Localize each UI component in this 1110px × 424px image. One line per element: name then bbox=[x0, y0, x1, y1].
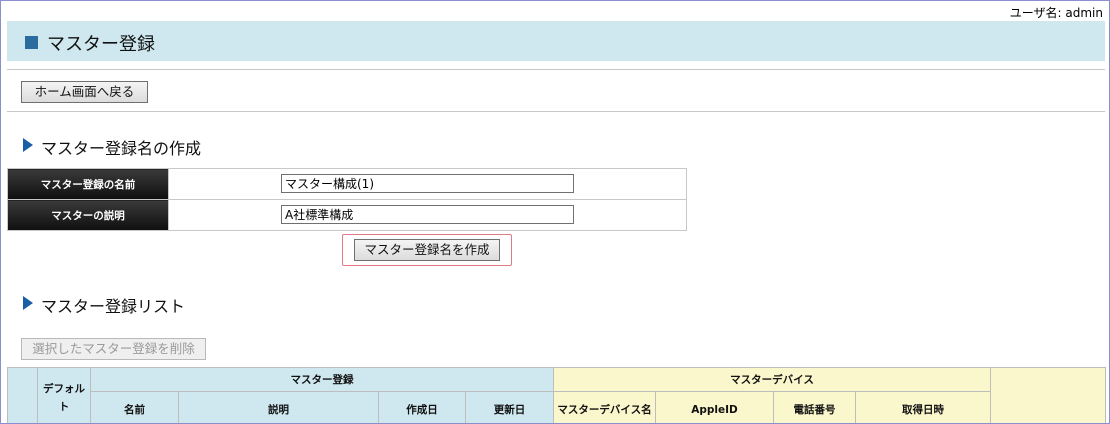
home-button[interactable]: ホーム画面へ戻る bbox=[21, 81, 148, 103]
col-header-description: 説明 bbox=[178, 391, 379, 423]
col-header-acquired: 取得日時 bbox=[855, 391, 991, 423]
section-triangle-icon bbox=[23, 296, 33, 310]
create-section-title: マスター登録名の作成 bbox=[41, 139, 202, 158]
list-section-title: マスター登録リスト bbox=[41, 297, 186, 316]
section-triangle-icon bbox=[23, 138, 33, 152]
col-header-device-name: マスターデバイス名 bbox=[553, 391, 656, 423]
master-list-table: デフォルト マスター登録 マスターデバイス 名前 説明 作成日 更新日 マスター… bbox=[7, 367, 1106, 423]
divider bbox=[7, 111, 1105, 112]
field-label-description: マスターの説明 bbox=[7, 199, 169, 231]
title-bar: マスター登録 bbox=[7, 21, 1105, 61]
select-column-header bbox=[7, 367, 38, 423]
create-button-highlight: マスター登録名を作成 bbox=[342, 234, 512, 266]
master-name-input[interactable] bbox=[281, 174, 574, 193]
field-label-name: マスター登録の名前 bbox=[7, 168, 169, 200]
page-frame: ユーザ名: admin マスター登録 ホーム画面へ戻る マスター登録名の作成 マ… bbox=[0, 0, 1110, 424]
page-title: マスター登録 bbox=[47, 34, 155, 55]
col-header-updated: 更新日 bbox=[465, 391, 554, 423]
device-group-header: マスターデバイス bbox=[553, 367, 991, 392]
col-header-phone: 電話番号 bbox=[773, 391, 856, 423]
user-label: ユーザ名: bbox=[1009, 6, 1062, 20]
create-form-table: マスター登録の名前 マスターの説明 bbox=[7, 168, 687, 231]
col-header-created: 作成日 bbox=[378, 391, 466, 423]
title-square-icon bbox=[25, 36, 38, 49]
default-column-header: デフォルト bbox=[37, 367, 91, 423]
extra-column-header bbox=[990, 367, 1106, 423]
master-group-header: マスター登録 bbox=[90, 367, 554, 392]
col-header-appleid: AppleID bbox=[655, 391, 774, 423]
col-header-name: 名前 bbox=[90, 391, 179, 423]
delete-selected-button[interactable]: 選択したマスター登録を削除 bbox=[21, 338, 206, 360]
form-row: マスター登録の名前 bbox=[7, 168, 687, 200]
master-description-input[interactable] bbox=[281, 205, 574, 224]
user-info: ユーザ名: admin bbox=[1010, 4, 1103, 21]
create-master-button[interactable]: マスター登録名を作成 bbox=[354, 239, 500, 261]
form-row: マスターの説明 bbox=[7, 199, 687, 231]
field-cell bbox=[168, 199, 687, 231]
user-name: admin bbox=[1065, 6, 1103, 20]
field-cell bbox=[168, 168, 687, 200]
divider bbox=[7, 69, 1105, 70]
